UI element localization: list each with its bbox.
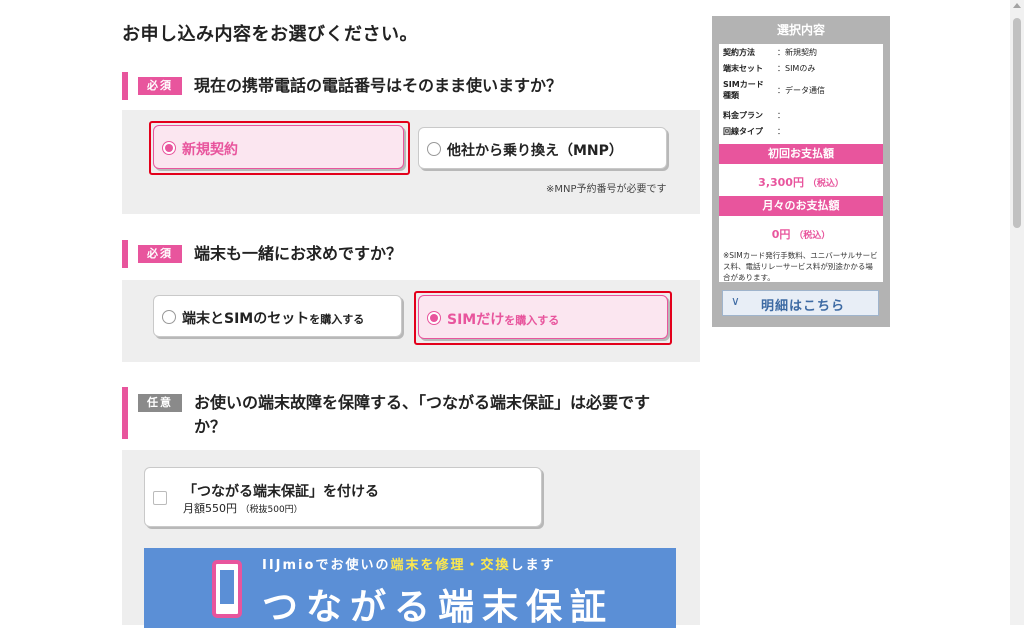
question-device-warranty: 任意 お使いの端末故障を保障する、「つながる端末保証」は必要です か？ (122, 387, 700, 439)
selection-summary: 選択内容 契約方法 ：新規契約 端末セット ：SIMのみ SIMカード ：データ通信種… (712, 16, 890, 327)
option-label: 他社から乗り換え（MNP） (447, 143, 623, 159)
option-label: SIMだけを購入する (447, 312, 560, 328)
page-title: お申し込み内容をお選びください。 (122, 24, 418, 45)
optional-badge: 任意 (138, 394, 182, 412)
summary-row-device: 端末セット ：SIMのみ (723, 64, 816, 73)
radio-sim-only[interactable] (427, 311, 441, 325)
chevron-down-icon: ∨ (731, 294, 740, 308)
question-text: 端末も一緒にお求めですか？ (194, 244, 403, 263)
option-label: 端末とSIMのセットを購入する (182, 311, 365, 327)
radio-device-set[interactable] (162, 310, 176, 324)
question-device: 必須 端末も一緒にお求めですか？ (122, 240, 700, 268)
warranty-label: 「つながる端末保証」を付ける (183, 484, 379, 500)
required-badge: 必須 (138, 245, 182, 263)
question-accent-bar (122, 387, 128, 439)
details-button-label: 明細はこちら (761, 299, 846, 314)
option-label: 新規契約 (182, 142, 238, 158)
banner-title: つながる端末保証 (262, 587, 615, 628)
fee-note: ※SIMカード発行手数料、ユニバーサルサービス料、電話リレーサービス料が別途かか… (723, 251, 878, 282)
broken-phone-icon (212, 560, 242, 618)
summary-title: 選択内容 (776, 23, 825, 37)
radio-new-contract[interactable] (162, 141, 176, 155)
scrollbar-thumb[interactable] (1013, 18, 1021, 228)
required-badge: 必須 (138, 77, 182, 95)
details-button[interactable]: ∨ 明細はこちら (722, 290, 879, 316)
summary-row-sim-type: SIMカード ：データ通信 種類 (723, 80, 825, 100)
option-new-contract[interactable]: 新規契約 (153, 125, 404, 169)
summary-row-line-type: 回線タイプ： (723, 127, 785, 136)
question-text: お使いの端末故障を保障する、「つながる端末保証」は必要です か？ (194, 393, 651, 436)
monthly-payment-label: 月々のお支払額 (719, 196, 883, 216)
scroll-up-arrow-icon[interactable] (1013, 3, 1021, 8)
q2-options-panel: 端末とSIMのセットを購入する SIMだけを購入する (122, 280, 700, 362)
initial-payment-label: 初回お支払額 (719, 144, 883, 164)
q1-options-panel: 新規契約 他社から乗り換え（MNP） ※MNP予約番号が必要です (122, 110, 700, 214)
summary-body: 契約方法 ：新規契約 端末セット ：SIMのみ SIMカード ：データ通信 種類 料金プ… (719, 44, 883, 282)
option-sim-only[interactable]: SIMだけを購入する (418, 295, 668, 339)
mnp-note: ※MNP予約番号が必要です (546, 184, 667, 195)
warranty-checkbox[interactable] (153, 491, 167, 505)
page-scrollbar[interactable] (1010, 0, 1024, 625)
question-accent-bar (122, 72, 128, 100)
warranty-price: 月額550円 （税抜500円） (183, 502, 303, 515)
initial-payment-value: 3,300円 （税込） (758, 176, 844, 189)
monthly-payment-value: 0円 （税込） (771, 228, 831, 241)
summary-row-contract: 契約方法 ：新規契約 (723, 48, 817, 57)
warranty-option[interactable]: 「つながる端末保証」を付ける 月額550円 （税抜500円） (144, 467, 542, 527)
warranty-banner[interactable]: IIJmioでお使いの端末を修理・交換します つながる端末保証 (144, 548, 676, 628)
question-phone-number: 必須 現在の携帯電話の電話番号はそのまま使いますか？ (122, 72, 700, 100)
banner-subtitle: IIJmioでお使いの端末を修理・交換します (262, 558, 556, 573)
option-device-set[interactable]: 端末とSIMのセットを購入する (153, 295, 402, 337)
question-accent-bar (122, 240, 128, 268)
option-mnp[interactable]: 他社から乗り換え（MNP） (418, 127, 667, 169)
question-text: 現在の携帯電話の電話番号はそのまま使いますか？ (194, 76, 563, 95)
radio-mnp[interactable] (427, 142, 441, 156)
summary-row-plan: 料金プラン： (723, 111, 785, 120)
